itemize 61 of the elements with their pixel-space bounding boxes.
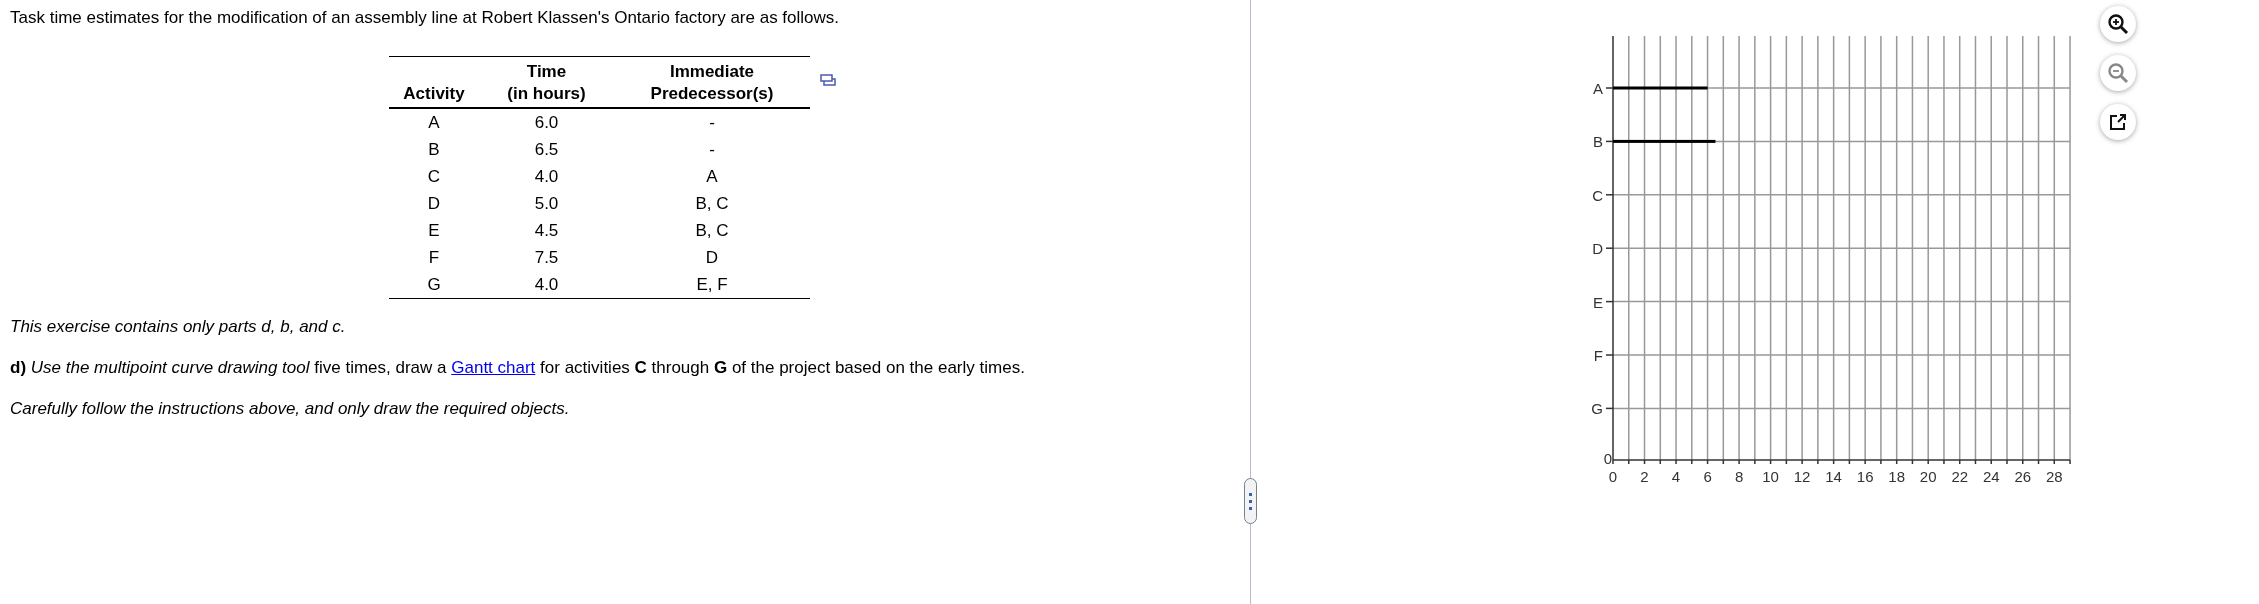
x-tick-label: 16 bbox=[1856, 468, 1874, 485]
column-header: Activity bbox=[389, 56, 479, 108]
external-link-icon bbox=[2108, 112, 2128, 132]
activity-label: C bbox=[1592, 186, 1603, 204]
x-tick-label: 6 bbox=[1703, 468, 1712, 485]
x-tick-label: 26 bbox=[2014, 468, 2032, 485]
activity-label: D bbox=[1592, 240, 1603, 258]
table-cell: 4.0 bbox=[479, 271, 614, 299]
x-tick-label: 14 bbox=[1825, 468, 1842, 485]
table-cell: - bbox=[614, 108, 810, 136]
table-cell-text: 7.5 bbox=[533, 247, 560, 269]
activity-label: A bbox=[1593, 80, 1603, 97]
column-header: Immediate Predecessor(s) bbox=[614, 56, 810, 108]
table-cell: A bbox=[389, 108, 479, 136]
activity-label: E bbox=[1593, 293, 1603, 311]
zoom-in-icon bbox=[2107, 13, 2129, 35]
x-tick-label: 8 bbox=[1734, 468, 1744, 485]
pane-resize-handle[interactable] bbox=[1243, 478, 1257, 524]
popout-button[interactable] bbox=[2100, 104, 2136, 140]
glossary-link[interactable]: Gantt chart bbox=[451, 358, 536, 377]
origin-label: 0 bbox=[1603, 450, 1612, 467]
x-tick-label: 0 bbox=[1608, 468, 1618, 485]
table-cell-text: F bbox=[427, 247, 441, 269]
x-tick-label: 2 bbox=[1640, 468, 1649, 485]
table-cell-text: E bbox=[427, 220, 441, 242]
table-cell-text: B, C bbox=[694, 193, 730, 215]
zoom-out-icon bbox=[2107, 62, 2129, 84]
x-tick-label: 22 bbox=[1951, 468, 1969, 485]
table-cell-text: 6.5 bbox=[533, 139, 560, 161]
instruction-text: Carefully follow the instructions above, and only draw the required objects. bbox=[10, 399, 571, 419]
gantt-bar[interactable] bbox=[1613, 139, 1716, 143]
x-tick-label: 4 bbox=[1671, 468, 1681, 485]
x-tick-label: 24 bbox=[1982, 468, 2000, 485]
table-cell: 6.0 bbox=[479, 108, 614, 136]
activity-label: B bbox=[1593, 133, 1603, 151]
table-cell-text: 5.0 bbox=[533, 193, 560, 215]
instruction-text: This exercise contains only parts d, b, and c. bbox=[10, 317, 347, 337]
table-cell-text: B bbox=[427, 139, 441, 161]
x-tick-label: 20 bbox=[1919, 468, 1937, 485]
table-cell-text: 4.5 bbox=[533, 220, 560, 242]
x-tick-label: 28 bbox=[2045, 468, 2063, 485]
copy-icon[interactable] bbox=[820, 74, 836, 86]
table-cell-text: 4.0 bbox=[533, 166, 560, 188]
gantt-chart[interactable]: A B C D E F G 0 0 2 4 6 8 10 12 14 16 18 20 22 24 26 28 bbox=[1580, 0, 2100, 500]
x-tick-label: 10 bbox=[1762, 468, 1779, 485]
intro-text: Task time estimates for the modification of an assembly line at Robert Klassen's Ontario factory are as follows. bbox=[10, 8, 841, 28]
activity-label: F bbox=[1593, 347, 1603, 364]
question-text: d) Use the multipoint curve drawing tool five times, draw a Gantt chart for activities C through G of the project based on the early times. bbox=[10, 358, 1026, 378]
activity-label: G bbox=[1591, 400, 1603, 418]
table-cell-text: C bbox=[426, 166, 442, 188]
table-cell-text: B, C bbox=[694, 220, 730, 242]
x-tick-label: 18 bbox=[1888, 468, 1905, 485]
table-cell-text: D bbox=[704, 247, 720, 269]
column-header: Time (in hours) bbox=[479, 56, 614, 108]
table-cell: G bbox=[389, 271, 479, 299]
zoom-in-button[interactable] bbox=[2100, 6, 2136, 42]
table-cell-text: A bbox=[705, 166, 719, 188]
table-cell-text: D bbox=[426, 193, 442, 215]
table-cell-text: - bbox=[708, 139, 716, 161]
x-tick-label: 12 bbox=[1793, 468, 1811, 485]
table-cell: E, F bbox=[614, 271, 810, 299]
